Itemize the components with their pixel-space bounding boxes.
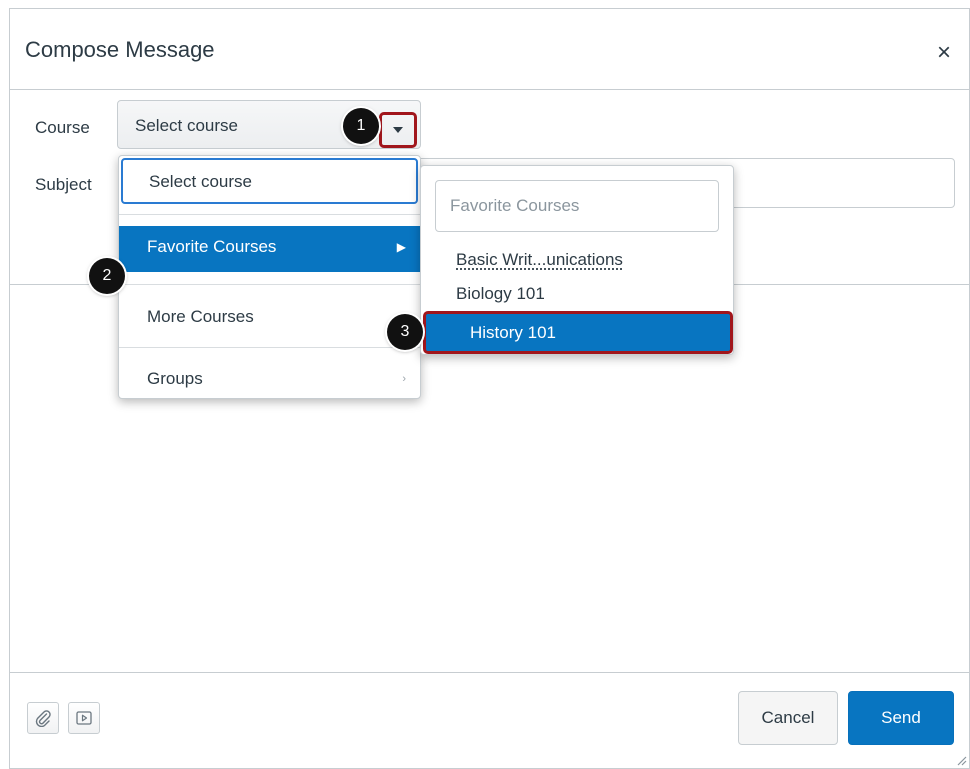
submenu-item-basic-writing[interactable]: Basic Writ...unications — [421, 248, 733, 278]
chevron-right-icon: ▶ — [396, 240, 406, 254]
menu-item-label: Favorite Courses — [147, 237, 277, 256]
menu-divider — [119, 214, 420, 215]
menu-item-more-courses[interactable]: More Courses › — [119, 286, 420, 346]
menu-item-select-course[interactable]: Select course — [121, 158, 418, 204]
favorite-courses-submenu: Basic Writ...unications Biology 101 Hist… — [420, 165, 734, 355]
record-media-button[interactable] — [68, 702, 100, 734]
cancel-button[interactable]: Cancel — [738, 691, 838, 745]
menu-item-label: Groups — [147, 369, 203, 388]
submenu-item-label: History 101 — [470, 323, 556, 342]
paperclip-icon — [35, 710, 51, 727]
header-divider — [10, 89, 969, 90]
course-label: Course — [35, 118, 90, 137]
favorite-courses-filter-input[interactable] — [435, 180, 719, 232]
close-icon[interactable]: × — [937, 41, 951, 65]
step-badge-2: 2 — [89, 258, 125, 294]
step-badge-1: 1 — [343, 108, 379, 144]
resize-grip-icon[interactable] — [955, 754, 967, 766]
course-menu: Select course Favorite Courses ▶ More Co… — [118, 155, 421, 399]
compose-message-dialog: Compose Message × Course Select course S… — [9, 8, 970, 769]
caret-down-icon — [393, 127, 403, 133]
attach-file-button[interactable] — [27, 702, 59, 734]
media-play-icon — [76, 711, 92, 725]
submenu-item-biology-101[interactable]: Biology 101 — [421, 282, 733, 312]
submenu-item-label: Basic Writ...unications — [456, 250, 623, 269]
chevron-right-icon: › — [402, 373, 406, 385]
subject-label: Subject — [35, 175, 92, 194]
course-select-value: Select course — [135, 116, 238, 135]
footer-divider — [10, 672, 969, 673]
dialog-title: Compose Message — [25, 37, 215, 62]
menu-item-groups[interactable]: Groups › — [119, 348, 420, 398]
menu-item-favorite-courses[interactable]: Favorite Courses ▶ — [119, 226, 420, 272]
menu-divider — [119, 284, 420, 285]
step-badge-3: 3 — [387, 314, 423, 350]
menu-item-label: Select course — [149, 172, 252, 191]
send-button[interactable]: Send — [848, 691, 954, 745]
submenu-item-label: Biology 101 — [456, 284, 545, 303]
course-dropdown-button[interactable] — [379, 112, 417, 148]
submenu-item-history-101[interactable]: History 101 — [423, 311, 733, 354]
menu-item-label: More Courses — [147, 307, 254, 326]
